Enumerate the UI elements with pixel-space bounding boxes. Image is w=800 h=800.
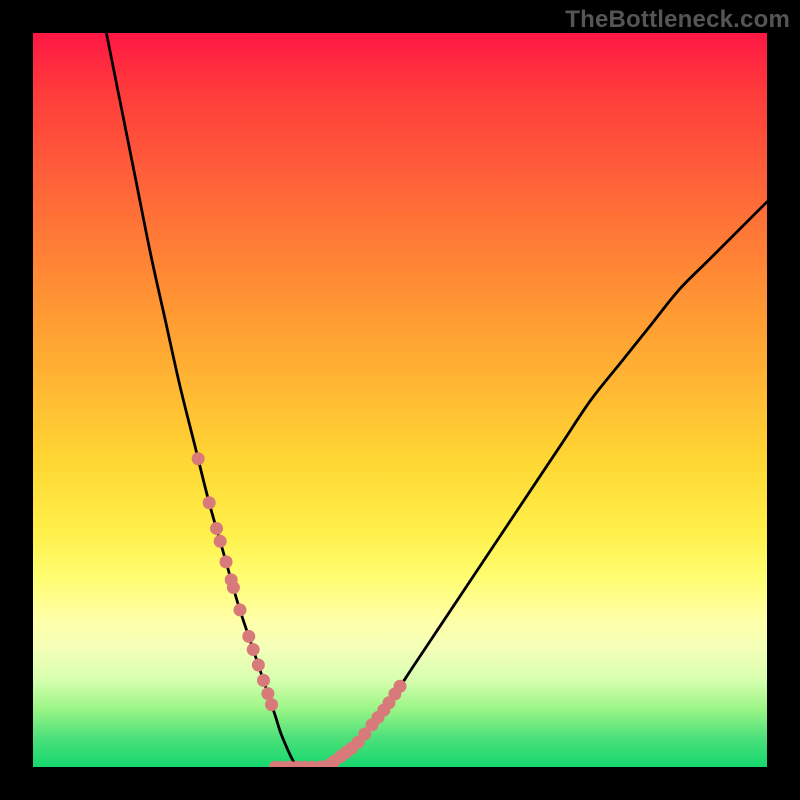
highlight-dot [252,658,265,671]
bottleneck-curve [106,33,767,767]
highlight-dot [233,603,246,616]
highlight-dot [203,496,216,509]
curve-group [106,33,767,767]
watermark-text: TheBottleneck.com [565,6,790,34]
chart-svg [33,33,767,767]
highlight-dot [227,581,240,594]
highlight-dot [192,452,205,465]
highlight-dot [265,698,278,711]
plot-area [33,33,767,767]
chart-frame: TheBottleneck.com [0,0,800,800]
highlight-dot [247,643,260,656]
highlight-dot [257,674,270,687]
highlight-dot [220,555,233,568]
highlight-dot [242,630,255,643]
highlight-dot [214,535,227,548]
highlight-dot [261,687,274,700]
highlight-dot [210,522,223,535]
highlight-dot [394,680,407,693]
dots-group [192,452,407,767]
